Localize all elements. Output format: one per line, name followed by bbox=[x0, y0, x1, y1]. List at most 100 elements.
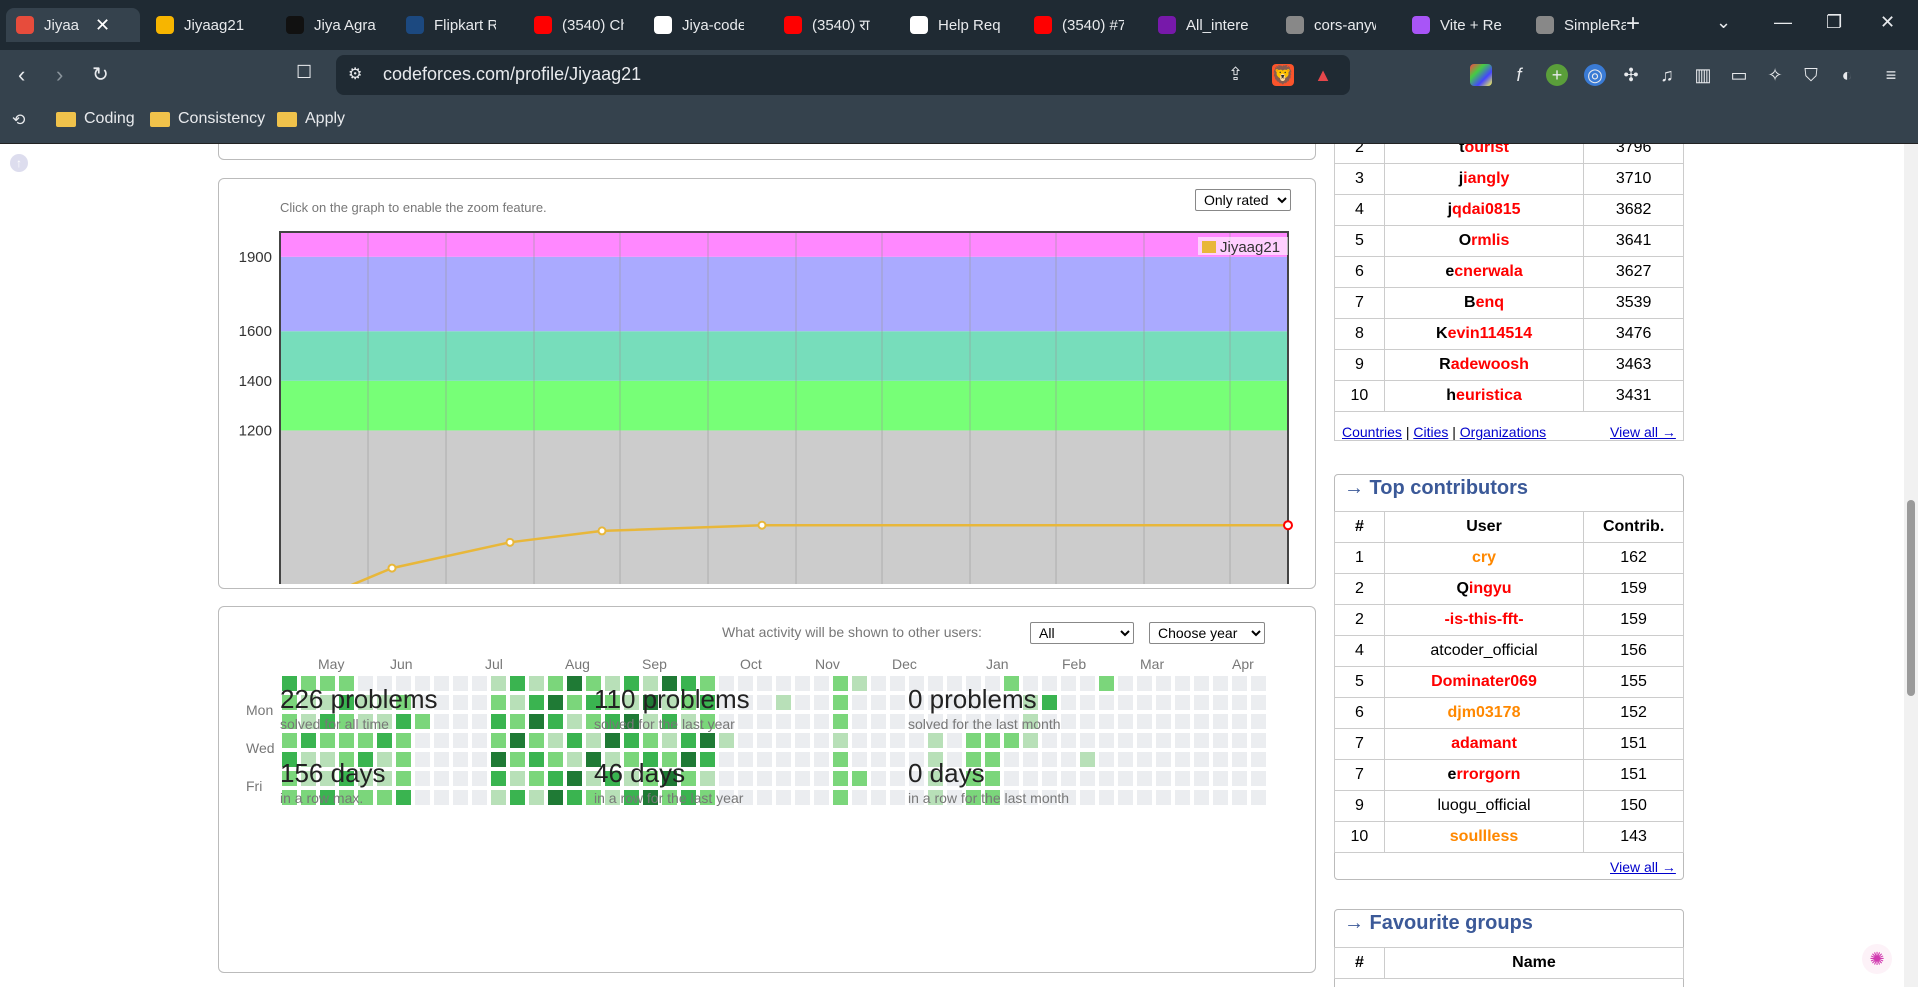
activity-cell[interactable] bbox=[776, 695, 791, 710]
activity-cell[interactable] bbox=[795, 752, 810, 767]
activity-cell[interactable] bbox=[1156, 733, 1171, 748]
activity-cell[interactable] bbox=[1137, 733, 1152, 748]
activity-cell[interactable] bbox=[757, 714, 772, 729]
activity-cell[interactable] bbox=[1232, 752, 1247, 767]
brave-shields-icon[interactable]: 🦁 bbox=[1272, 64, 1294, 86]
activity-cell[interactable] bbox=[852, 771, 867, 786]
activity-cell[interactable] bbox=[700, 771, 715, 786]
activity-cell[interactable] bbox=[928, 733, 943, 748]
activity-cell[interactable] bbox=[890, 771, 905, 786]
activity-cell[interactable] bbox=[1080, 695, 1095, 710]
activity-cell[interactable] bbox=[472, 676, 487, 691]
user-link[interactable]: jiangly bbox=[1383, 163, 1585, 195]
activity-cell[interactable] bbox=[757, 790, 772, 805]
activity-cell[interactable] bbox=[1194, 733, 1209, 748]
tab-0[interactable]: Jiyaa ✕ bbox=[6, 8, 140, 42]
activity-cell[interactable] bbox=[852, 714, 867, 729]
activity-cell[interactable] bbox=[814, 714, 829, 729]
activity-cell[interactable] bbox=[1251, 771, 1266, 786]
activity-cell[interactable] bbox=[890, 790, 905, 805]
activity-cell[interactable] bbox=[738, 714, 753, 729]
user-link[interactable]: djm03178 bbox=[1383, 697, 1585, 729]
tab-search-icon[interactable]: ⌄ bbox=[1716, 12, 1731, 33]
activity-cell[interactable] bbox=[529, 714, 544, 729]
share-icon[interactable]: ⇪ bbox=[1228, 64, 1243, 85]
activity-cell[interactable] bbox=[1080, 771, 1095, 786]
activity-cell[interactable] bbox=[776, 771, 791, 786]
activity-cell[interactable] bbox=[567, 695, 582, 710]
activity-cell[interactable] bbox=[624, 733, 639, 748]
activity-cell[interactable] bbox=[1251, 790, 1266, 805]
user-link[interactable]: errorgorn bbox=[1383, 759, 1585, 791]
activity-cell[interactable] bbox=[472, 771, 487, 786]
top-rated-view-all[interactable]: View all → bbox=[1610, 424, 1676, 440]
minimize-button[interactable]: — bbox=[1774, 12, 1792, 33]
activity-cell[interactable] bbox=[909, 733, 924, 748]
activity-cell[interactable] bbox=[1061, 695, 1076, 710]
activity-cell[interactable] bbox=[434, 790, 449, 805]
activity-cell[interactable] bbox=[1213, 676, 1228, 691]
activity-cell[interactable] bbox=[548, 695, 563, 710]
activity-cell[interactable] bbox=[1042, 733, 1057, 748]
activity-cell[interactable] bbox=[529, 676, 544, 691]
activity-cell[interactable] bbox=[1194, 676, 1209, 691]
activity-cell[interactable] bbox=[1156, 676, 1171, 691]
activity-cell[interactable] bbox=[719, 733, 734, 748]
url-text[interactable]: codeforces.com/profile/Jiyaag21 bbox=[383, 64, 641, 85]
activity-cell[interactable] bbox=[1156, 752, 1171, 767]
activity-cell[interactable] bbox=[814, 733, 829, 748]
profile-icon[interactable]: ◐ bbox=[1836, 64, 1858, 86]
activity-cell[interactable] bbox=[1213, 752, 1228, 767]
activity-cell[interactable] bbox=[871, 733, 886, 748]
reload-icon[interactable]: ↻ bbox=[92, 62, 109, 87]
activity-cell[interactable] bbox=[548, 771, 563, 786]
activity-cell[interactable] bbox=[548, 790, 563, 805]
activity-cell[interactable] bbox=[738, 733, 753, 748]
activity-cell[interactable] bbox=[1118, 771, 1133, 786]
activity-cell[interactable] bbox=[757, 695, 772, 710]
activity-cell[interactable] bbox=[1118, 695, 1133, 710]
activity-cell[interactable] bbox=[1175, 676, 1190, 691]
activity-cell[interactable] bbox=[738, 752, 753, 767]
site-settings-icon[interactable]: ⚙ bbox=[348, 64, 362, 84]
activity-cell[interactable] bbox=[434, 771, 449, 786]
activity-cell[interactable] bbox=[567, 676, 582, 691]
user-link[interactable]: luogu_official bbox=[1383, 790, 1585, 822]
activity-cell[interactable] bbox=[871, 790, 886, 805]
activity-cell[interactable] bbox=[510, 752, 525, 767]
activity-cell[interactable] bbox=[719, 752, 734, 767]
activity-cell[interactable] bbox=[1118, 790, 1133, 805]
activity-cell[interactable] bbox=[472, 695, 487, 710]
activity-cell[interactable] bbox=[1156, 714, 1171, 729]
activity-cell[interactable] bbox=[833, 714, 848, 729]
activity-cell[interactable] bbox=[1080, 752, 1095, 767]
activity-cell[interactable] bbox=[1232, 676, 1247, 691]
activity-cell[interactable] bbox=[1175, 733, 1190, 748]
activity-cell[interactable] bbox=[415, 790, 430, 805]
activity-cell[interactable] bbox=[1061, 771, 1076, 786]
activity-cell[interactable] bbox=[548, 733, 563, 748]
activity-cell[interactable] bbox=[567, 752, 582, 767]
activity-cell[interactable] bbox=[814, 676, 829, 691]
activity-cell[interactable] bbox=[434, 733, 449, 748]
activity-cell[interactable] bbox=[1175, 771, 1190, 786]
activity-cell[interactable] bbox=[1099, 714, 1114, 729]
activity-cell[interactable] bbox=[1080, 676, 1095, 691]
activity-cell[interactable] bbox=[1118, 676, 1133, 691]
activity-visibility-select[interactable]: All bbox=[1030, 622, 1134, 644]
activity-cell[interactable] bbox=[1099, 733, 1114, 748]
activity-cell[interactable] bbox=[396, 714, 411, 729]
scrollbar-thumb[interactable] bbox=[1907, 500, 1915, 696]
activity-cell[interactable] bbox=[472, 733, 487, 748]
bookmark-folder-consistency[interactable]: Consistency bbox=[150, 110, 265, 128]
activity-cell[interactable] bbox=[586, 733, 601, 748]
activity-cell[interactable] bbox=[1232, 733, 1247, 748]
activity-cell[interactable] bbox=[757, 752, 772, 767]
activity-cell[interactable] bbox=[1080, 733, 1095, 748]
organizations-link[interactable]: Organizations bbox=[1460, 424, 1546, 440]
activity-cell[interactable] bbox=[529, 733, 544, 748]
tab-8[interactable]: (3540) #7 bbox=[1024, 8, 1142, 42]
activity-cell[interactable] bbox=[320, 733, 335, 748]
activity-cell[interactable] bbox=[1251, 733, 1266, 748]
activity-cell[interactable] bbox=[814, 771, 829, 786]
